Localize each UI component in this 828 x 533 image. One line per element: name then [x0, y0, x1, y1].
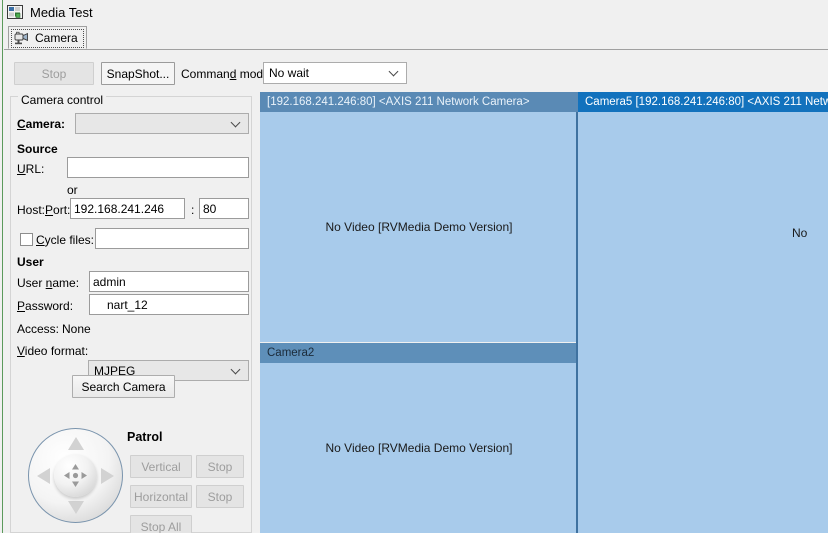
- window-accent-strip: [2, 0, 3, 533]
- media-test-icon: [7, 4, 23, 20]
- video-panel-1-body[interactable]: No Video [RVMedia Demo Version]: [260, 112, 578, 342]
- right-arrow-icon[interactable]: [101, 468, 114, 484]
- patrol-vertical-stop-button[interactable]: Stop: [196, 455, 244, 478]
- center-move-icon: [62, 462, 89, 489]
- video-grid: [192.168.241.246:80] <AXIS 211 Network C…: [256, 88, 828, 533]
- video-panel-1[interactable]: [192.168.241.246:80] <AXIS 211 Network C…: [260, 92, 578, 342]
- video-panel-3-header: Camera5 [192.168.241.246:80] <AXIS 211 N…: [578, 92, 828, 112]
- user-heading: User: [17, 255, 44, 269]
- stop-button[interactable]: Stop: [14, 62, 94, 85]
- down-arrow-icon[interactable]: [68, 501, 84, 514]
- tab-camera[interactable]: Camera: [8, 26, 87, 49]
- username-input[interactable]: admin: [89, 271, 249, 292]
- port-separator: :: [191, 203, 195, 217]
- patrol-heading: Patrol: [127, 430, 163, 444]
- camera-icon: [14, 31, 30, 45]
- video-panel-2-status: No Video [RVMedia Demo Version]: [325, 441, 513, 455]
- tab-underline: [4, 49, 828, 50]
- command-mode-label: Command mode:: [181, 67, 274, 81]
- left-arrow-icon[interactable]: [37, 468, 50, 484]
- video-format-label: Video format:: [17, 344, 89, 358]
- camera-select[interactable]: [75, 113, 249, 134]
- host-input[interactable]: 192.168.241.246: [70, 198, 185, 219]
- camera-control-legend: Camera control: [18, 93, 107, 107]
- cycle-files-input[interactable]: [95, 228, 249, 249]
- title-bar: Media Test: [4, 0, 828, 24]
- access-value: None: [62, 322, 91, 336]
- command-mode-select[interactable]: No wait: [263, 62, 407, 84]
- source-heading: Source: [17, 142, 58, 156]
- username-label: User name:: [17, 276, 80, 290]
- tab-camera-label: Camera: [35, 30, 78, 45]
- tab-strip: Camera: [4, 26, 828, 50]
- patrol-horizontal-button[interactable]: Horizontal: [130, 485, 192, 508]
- chevron-down-icon: [232, 366, 240, 374]
- search-camera-button[interactable]: Search Camera: [72, 375, 175, 398]
- url-label: URL:: [17, 162, 45, 176]
- cycle-files-checkbox[interactable]: [20, 233, 33, 246]
- video-panel-3[interactable]: Camera5 [192.168.241.246:80] <AXIS 211 N…: [578, 92, 828, 533]
- hostport-label: Host:Port:: [17, 203, 71, 217]
- password-input[interactable]: nart_12: [89, 294, 249, 315]
- video-panel-2-header: Camera2: [260, 343, 578, 363]
- password-label: Password:: [17, 299, 74, 313]
- toolbar: Stop SnapShot... Command mode:: [4, 52, 828, 92]
- video-panel-2-body[interactable]: No Video [RVMedia Demo Version]: [260, 363, 578, 533]
- chevron-down-icon: [232, 119, 240, 127]
- video-panel-1-status: No Video [RVMedia Demo Version]: [325, 220, 513, 234]
- cycle-files-label: Cycle files:: [36, 233, 95, 247]
- access-label: Access:: [17, 322, 60, 336]
- window-title: Media Test: [30, 4, 93, 20]
- patrol-horizontal-stop-button[interactable]: Stop: [196, 485, 244, 508]
- chevron-down-icon: [390, 68, 398, 76]
- ptz-joystick[interactable]: [28, 428, 123, 523]
- camera-label: Camera:: [17, 117, 66, 131]
- snapshot-button[interactable]: SnapShot...: [101, 62, 175, 85]
- video-panel-1-header: [192.168.241.246:80] <AXIS 211 Network C…: [260, 92, 578, 112]
- port-input[interactable]: 80: [199, 198, 249, 219]
- up-arrow-icon[interactable]: [68, 437, 84, 450]
- or-label: or: [67, 183, 78, 197]
- command-mode-value: No wait: [269, 66, 310, 80]
- video-panel-3-body[interactable]: No: [578, 112, 828, 533]
- url-input[interactable]: [67, 157, 249, 178]
- patrol-vertical-button[interactable]: Vertical: [130, 455, 192, 478]
- media-test-window: Media Test Camera Stop SnapShot... Comma…: [0, 0, 828, 533]
- video-panel-3-status: No: [792, 225, 808, 240]
- video-panel-2[interactable]: Camera2 No Video [RVMedia Demo Version]: [260, 343, 578, 533]
- patrol-stop-all-button[interactable]: Stop All: [130, 515, 192, 533]
